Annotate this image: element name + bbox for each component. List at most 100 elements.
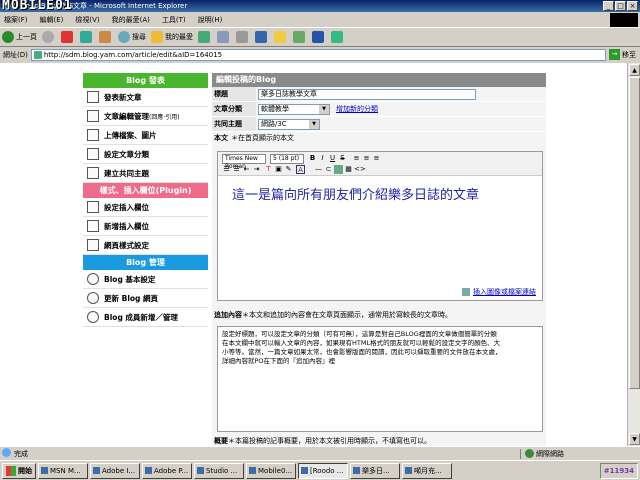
status-bar: 完成 網際網路 (0, 446, 640, 460)
align-center-icon[interactable]: ≡ (362, 154, 371, 163)
theme-select[interactable]: 網路/3C (258, 118, 320, 130)
start-button[interactable]: 開始 (2, 462, 36, 479)
history-button[interactable] (198, 31, 212, 43)
editor-body-text[interactable]: 這一是篇向所有朋友們介紹樂多日誌的文章 (232, 184, 479, 203)
insert-media-link[interactable]: 插入圖像或檔案連結 (462, 287, 536, 297)
favorites-label: 我的最愛 (165, 33, 193, 41)
italic-icon[interactable]: I (318, 154, 327, 163)
image-icon[interactable] (334, 165, 343, 174)
additional-line: 在本文欄中就可以輸入文章的內容，如果現有HTML格式的朋友就可以輕鬆的設定文字的… (222, 339, 501, 347)
windows-flag-icon (6, 465, 16, 476)
sidebar-item-basic-settings[interactable]: Blog 基本設定 (83, 270, 208, 289)
url-input[interactable]: http://sdm.blog.yam.com/article/edit&aID… (30, 48, 606, 61)
rich-text-editor[interactable]: Times New Roman 5 (18 pt) B I U S ≡ ≡ ≡ … (217, 151, 543, 301)
mail-button[interactable] (217, 31, 231, 43)
indent-icon[interactable]: ⇥ (252, 165, 261, 174)
sidebar-item-label: 更新 Blog 網頁 (104, 293, 159, 303)
back-button[interactable]: 上一頁 (2, 31, 37, 43)
refresh-button[interactable] (80, 31, 94, 43)
scroll-thumb[interactable] (629, 77, 640, 389)
taskbar-item-studio[interactable]: Studio ... (194, 462, 244, 479)
sidebar-item-plugin-settings[interactable]: 設定插入欄位 (83, 198, 208, 217)
html-source-icon[interactable]: <> (354, 165, 366, 174)
horizontal-rule-icon[interactable]: — (314, 165, 323, 174)
sidebar-item-label: 設定插入欄位 (104, 202, 149, 212)
print-button[interactable] (236, 31, 250, 43)
additional-content-textarea[interactable]: 設定好標題，可以設定文章的分類（可有可無），這算是對自己BLOG裡面的文章做個簡… (217, 326, 543, 432)
sidebar-item-add-plugin[interactable]: 新增插入欄位 (83, 217, 208, 236)
align-left-icon[interactable]: ≡ (352, 154, 361, 163)
bluetooth-button[interactable] (312, 31, 326, 43)
sidebar-item-update-page[interactable]: 更新 Blog 網頁 (83, 289, 208, 308)
scroll-up-icon[interactable]: ▲ (629, 64, 640, 76)
font-size-select[interactable]: 5 (18 pt) (270, 154, 304, 164)
word-icon (255, 31, 267, 43)
sidebar-item-new-post[interactable]: 發表新文章 (83, 88, 208, 107)
sidebar: Blog 發表 發表新文章 文章編輯管理 (回應‧引用) 上傳檔案、圖片 設定文章… (83, 73, 208, 327)
forward-button[interactable] (42, 31, 56, 43)
scroll-down-icon[interactable]: ▼ (629, 433, 640, 445)
text-color-icon[interactable]: T (264, 165, 273, 174)
sidebar-item-shared-theme[interactable]: 建立共同主題 (83, 164, 208, 183)
outdent-icon[interactable]: ⇤ (242, 165, 251, 174)
favorites-button[interactable]: 我的最愛 (151, 31, 193, 43)
taskbar-item-msn[interactable]: MSN M... (38, 462, 88, 479)
folder-button[interactable] (274, 31, 288, 43)
search-button[interactable]: 搜尋 (118, 31, 146, 43)
messenger-button[interactable] (293, 31, 307, 43)
close-button[interactable]: × (627, 1, 638, 11)
forward-arrow-icon (42, 31, 54, 43)
background-color-icon[interactable]: ▣ (274, 165, 283, 174)
menu-help[interactable]: 說明(H) (198, 15, 223, 25)
menu-tools[interactable]: 工具(T) (162, 15, 186, 25)
taskbar-item-roodo-blog[interactable]: 樂多日... (350, 462, 400, 479)
title-input[interactable]: 樂多日誌教學文章 (258, 88, 476, 100)
menu-edit[interactable]: 編輯(E) (40, 15, 64, 25)
sidebar-item-page-style[interactable]: 網頁樣式設定 (83, 236, 208, 255)
bold-icon[interactable]: B (308, 154, 317, 163)
msn-button[interactable] (331, 31, 345, 43)
menu-bar: 檔案(F) 編輯(E) 檢視(V) 我的最愛(A) 工具(T) 說明(H) (0, 13, 640, 27)
add-category-link[interactable]: 增加新的分類 (336, 104, 378, 114)
category-select[interactable]: 軟體教學 (258, 103, 330, 115)
unordered-list-icon[interactable]: ☰ (232, 165, 241, 174)
sidebar-item-members[interactable]: Blog 成員新增／管理 (83, 308, 208, 327)
sidebar-item-categories[interactable]: 設定文章分類 (83, 145, 208, 164)
taskbar-item-mobile01[interactable]: Mobile0... (246, 462, 296, 479)
sidebar-item-upload[interactable]: 上傳檔案、圖片 (83, 126, 208, 145)
menu-file[interactable]: 檔案(F) (4, 15, 28, 25)
taskbar-item-other[interactable]: 噸月充... (402, 462, 452, 479)
printer-icon (236, 31, 248, 43)
mail-icon (217, 31, 229, 43)
category-label: 文章分類 (212, 102, 256, 116)
underline-icon[interactable]: U (328, 154, 337, 163)
sidebar-item-label: 新增插入欄位 (104, 221, 149, 231)
go-button[interactable]: → 移至 (609, 49, 636, 60)
document-icon (87, 91, 99, 103)
back-arrow-icon (2, 31, 14, 43)
home-button[interactable] (99, 31, 113, 43)
minimize-button[interactable]: _ (603, 1, 614, 11)
font-icon[interactable]: A (296, 165, 305, 174)
maximize-button[interactable]: □ (615, 1, 626, 11)
strikethrough-icon[interactable]: S (338, 154, 347, 163)
table-icon[interactable]: ▦ (344, 165, 353, 174)
taskbar-item-adobe-illustrator[interactable]: Adobe I... (90, 462, 140, 479)
address-bar: 網址(D) http://sdm.blog.yam.com/article/ed… (0, 47, 640, 62)
stop-button[interactable] (61, 31, 75, 43)
vertical-scrollbar[interactable]: ▲ ▼ (627, 63, 640, 446)
font-family-select[interactable]: Times New Roman (222, 154, 266, 170)
align-right-icon[interactable]: ≡ (372, 154, 381, 163)
menu-favorites[interactable]: 我的最愛(A) (112, 15, 150, 25)
taskbar-item-roodo[interactable]: [Roodo ... (298, 462, 348, 479)
taskbar-item-adobe-photoshop[interactable]: Adobe P... (142, 462, 192, 479)
edit-button[interactable] (255, 31, 269, 43)
ordered-list-icon[interactable]: ☰ (222, 165, 231, 174)
system-tray: #11934 (599, 462, 638, 479)
link-icon[interactable]: ⊂ (324, 165, 333, 174)
menu-view[interactable]: 檢視(V) (75, 15, 99, 25)
search-label: 搜尋 (132, 33, 146, 41)
clear-format-icon[interactable]: ✎ (284, 165, 293, 174)
sidebar-section-post-title: Blog 發表 (83, 73, 208, 88)
sidebar-item-manage-posts[interactable]: 文章編輯管理 (回應‧引用) (83, 107, 208, 126)
